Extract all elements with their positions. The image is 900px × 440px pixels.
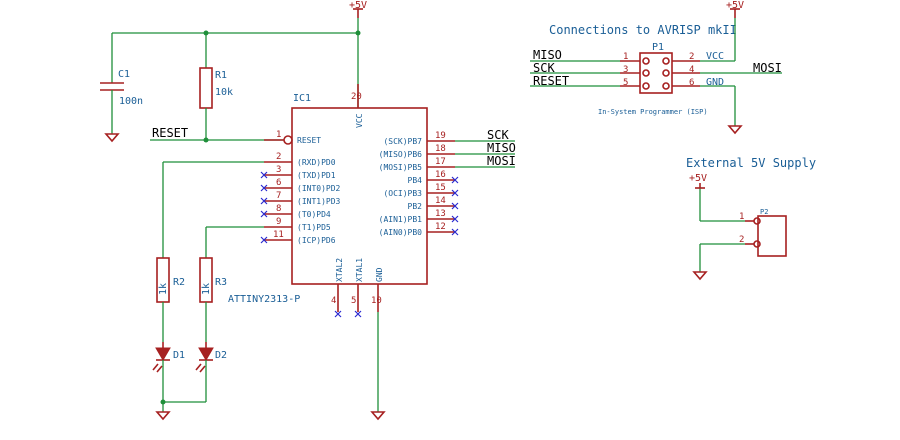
ground-symbol-ic1 <box>370 312 386 421</box>
ground-symbol-supply <box>692 271 708 281</box>
isp-ref: P1 <box>652 42 664 53</box>
led-d2: D2 <box>195 342 227 402</box>
pin-2-num: 2 <box>276 152 281 162</box>
capacitor-c1: C1 100n <box>100 33 143 134</box>
power-symbol-vcc-supply: +5V <box>689 173 707 189</box>
pin-12-num: 12 <box>435 222 446 232</box>
pin-4-num: 4 <box>331 296 336 306</box>
isp-pin-5: 5 <box>623 78 628 88</box>
vcc-main-label: +5V <box>349 0 367 11</box>
pin-11-num: 11 <box>273 230 284 240</box>
d1-ref: D1 <box>173 350 185 361</box>
resistor-r1: R1 10k <box>199 33 233 140</box>
ic1-right-pins: 19 (SCK)PB7 18 (MISO)PB6 17 (MOSI)PB5 16… <box>379 131 455 237</box>
pin-15-num: 15 <box>435 183 446 193</box>
pin-8-name: (T0)PD4 <box>297 210 331 219</box>
pin-20-name: VCC <box>355 113 364 128</box>
c1-value: 100n <box>119 96 143 107</box>
pin-14-num: 14 <box>435 196 446 206</box>
ground-symbol-c1 <box>104 133 120 143</box>
isp-pin-1: 1 <box>623 52 628 62</box>
pin-2-name: (RXD)PD0 <box>297 158 336 167</box>
r3-value: 1k <box>201 283 212 295</box>
vcc-rail <box>112 18 361 108</box>
isp-pin-3: 3 <box>623 65 628 75</box>
mosi-net-label: MOSI <box>487 154 516 168</box>
pin-14-name: PB2 <box>408 202 423 211</box>
pin-5-num: 5 <box>351 296 356 306</box>
vcc-supply-label: +5V <box>689 173 707 184</box>
ic1-left-pins: 1 RESET 2 (RXD)PD0 3 (TXD)PD1 6 (INT0)PD… <box>264 130 341 245</box>
pin-11-name: (ICP)PD6 <box>297 236 336 245</box>
isp-signal-miso: MISO <box>533 48 562 62</box>
pin-7-num: 7 <box>276 191 281 201</box>
miso-net-label: MISO <box>487 141 516 155</box>
power-symbol-vcc-isp: +5V <box>726 0 744 18</box>
pin-13-num: 13 <box>435 209 446 219</box>
isp-pin-6: 6 <box>689 78 694 88</box>
pin-17-name: (MOSI)PB5 <box>379 163 423 172</box>
pin-10-name: GND <box>375 267 384 282</box>
pin-1-num: 1 <box>276 130 281 140</box>
isp-signal-sck: SCK <box>533 61 555 75</box>
pin-10-num: 10 <box>371 296 382 306</box>
reset-net-label: RESET <box>152 126 188 140</box>
pin-19-num: 19 <box>435 131 446 141</box>
power-symbol-vcc-main: +5V <box>349 0 367 18</box>
pin-9-name: (T1)PD5 <box>297 223 331 232</box>
pin-18-num: 18 <box>435 144 446 154</box>
d2-ref: D2 <box>215 350 227 361</box>
pin-5-name: XTAL1 <box>355 258 364 282</box>
ic1-part: ATTINY2313-P <box>228 294 300 305</box>
schematic-canvas: +5V C1 100n R1 10k RESET IC1 ATTINY2313-… <box>100 0 816 421</box>
pin-15-name: (OCI)PB3 <box>383 189 422 198</box>
pin-16-num: 16 <box>435 170 446 180</box>
isp-signal-reset: RESET <box>533 74 569 88</box>
spi-nets: SCK MISO MOSI <box>455 128 516 168</box>
pin-12-name: (AIN0)PB0 <box>379 228 423 237</box>
resistor-r3: 1k R3 <box>199 257 227 342</box>
vcc-isp-label: +5V <box>726 0 744 11</box>
isp-subtitle: In-System Programmer (ISP) <box>598 108 708 116</box>
r1-value: 10k <box>215 87 233 98</box>
isp-pin-4: 4 <box>689 65 694 75</box>
isp-pin-2: 2 <box>689 52 694 62</box>
pin-9-num: 9 <box>276 217 281 227</box>
r2-ref: R2 <box>173 277 185 288</box>
pin-4-name: XTAL2 <box>335 258 344 282</box>
ic1-ref: IC1 <box>293 93 311 104</box>
c1-ref: C1 <box>118 69 130 80</box>
pin-18-name: (MISO)PB6 <box>379 150 423 159</box>
r1-ref: R1 <box>215 70 227 81</box>
led-d1: D1 <box>152 342 185 402</box>
led-wiring <box>162 161 264 258</box>
pin-3-name: (TXD)PD1 <box>297 171 336 180</box>
pin-6-num: 6 <box>276 178 281 188</box>
pin-6-name: (INT0)PD2 <box>297 184 341 193</box>
isp-title: Connections to AVRISP mkII <box>549 23 737 37</box>
pin-3-num: 3 <box>276 165 281 175</box>
pin-13-name: (AIN1)PB1 <box>379 215 423 224</box>
pin-20-num: 20 <box>351 92 362 102</box>
pin-1-name: RESET <box>297 136 321 145</box>
pin-16-name: PB4 <box>408 176 423 185</box>
pin-8-num: 8 <box>276 204 281 214</box>
ground-symbol-isp <box>727 125 743 135</box>
r2-value: 1k <box>158 283 169 295</box>
isp-connector-p1: Connections to AVRISP mkII P1 In-System … <box>530 18 782 126</box>
sck-net-label: SCK <box>487 128 509 142</box>
supply-title: External 5V Supply <box>686 156 816 170</box>
pin-19-name: (SCK)PB7 <box>383 137 422 146</box>
reset-net: RESET <box>150 126 283 143</box>
ground-symbol-leds <box>155 399 206 421</box>
supply-ref: P2 <box>760 208 768 216</box>
pin-17-num: 17 <box>435 157 446 167</box>
pin-7-name: (INT1)PD3 <box>297 197 341 206</box>
r3-ref: R3 <box>215 277 227 288</box>
resistor-r2: 1k R2 <box>156 257 185 342</box>
